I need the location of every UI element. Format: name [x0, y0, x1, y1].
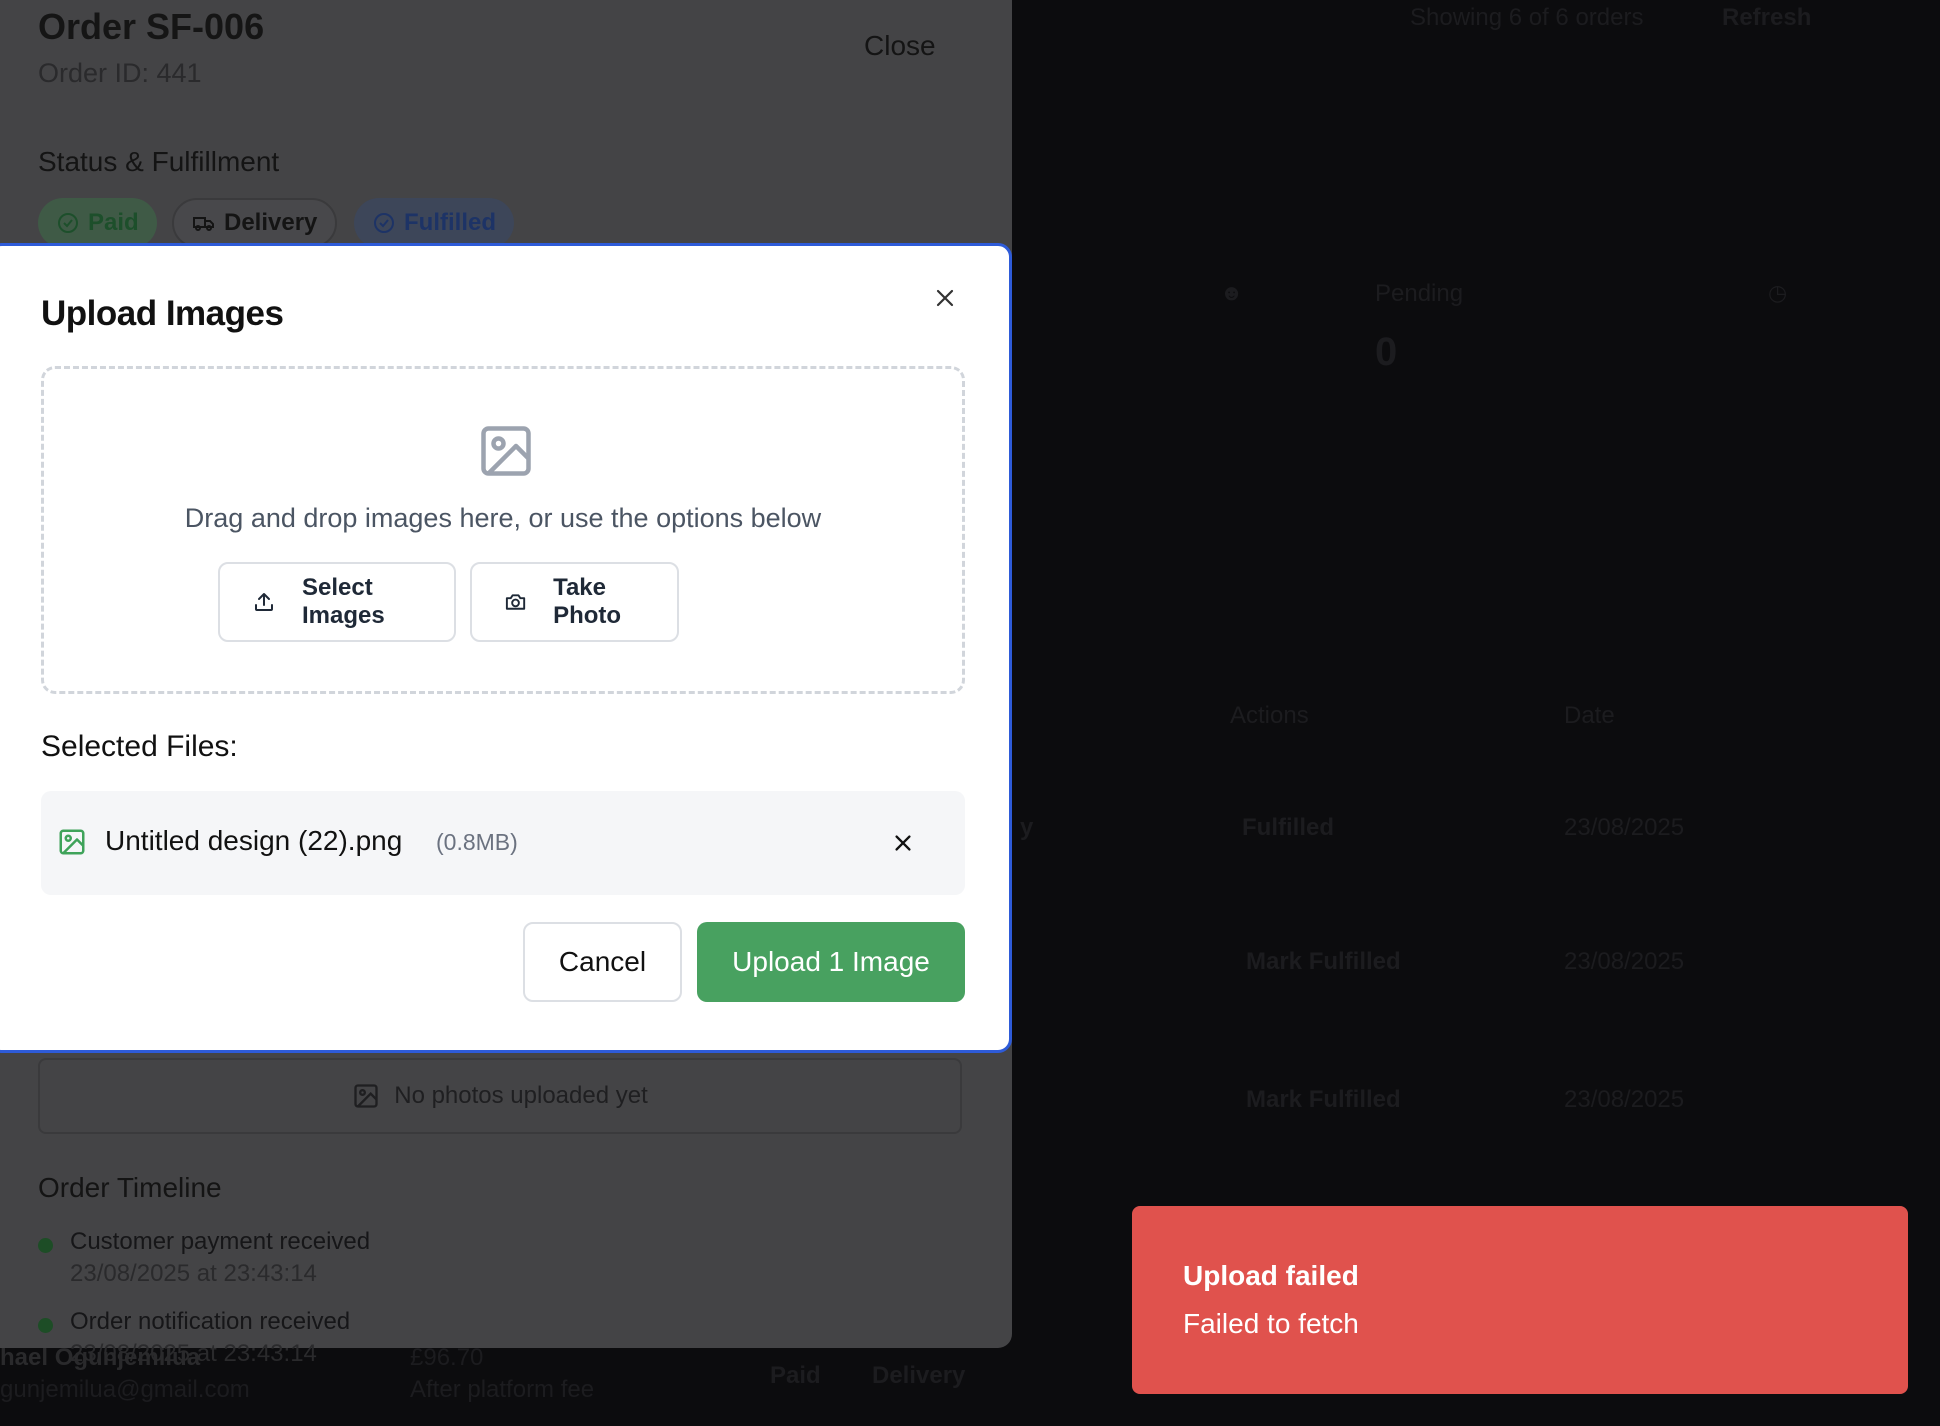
status-heading: Status & Fulfillment — [38, 146, 280, 177]
stat-value: 0 — [1375, 330, 1398, 374]
delivery-pill: Delivery — [172, 198, 338, 248]
row-date: 23/08/2025 — [1564, 814, 1685, 841]
camera-icon — [505, 594, 526, 610]
file-name: Untitled design (22).png — [105, 825, 403, 856]
photos-empty-text: No photos uploaded yet — [394, 1082, 648, 1109]
orders-count: Showing 6 of 6 orders — [1410, 4, 1644, 31]
image-icon — [481, 426, 531, 476]
upload-images-modal: Upload Images Drag and drop images here,… — [0, 243, 1012, 1053]
timeline-dot — [38, 1318, 53, 1333]
image-dropzone[interactable]: Drag and drop images here, or use the op… — [41, 366, 965, 694]
toast-message: Failed to fetch — [1183, 1308, 1359, 1339]
close-icon — [895, 835, 911, 851]
timeline-time: 23/08/2025 at 23:43:14 — [70, 1260, 317, 1287]
toast-title: Upload failed — [1183, 1260, 1359, 1291]
timeline-time: 23/08/2025 at 23:43:14 — [70, 1340, 317, 1367]
timeline-dot — [38, 1238, 53, 1253]
delivery-label: Delivery — [224, 209, 318, 236]
column-actions: Actions — [1230, 702, 1309, 729]
select-images-button[interactable]: Select Images — [218, 562, 456, 642]
fulfilled-label: Fulfilled — [404, 209, 496, 236]
order-id: Order ID: 441 — [38, 58, 202, 88]
timeline-label: Order notification received — [70, 1308, 351, 1335]
clock-icon: ◷ — [1768, 280, 1788, 305]
check-circle-icon — [374, 213, 394, 233]
upload-icon — [254, 593, 273, 611]
selected-file-row: Untitled design (22).png (0.8MB) — [41, 791, 965, 895]
column-date: Date — [1564, 702, 1615, 729]
refresh-button[interactable]: Refresh — [1722, 4, 1811, 32]
image-file-icon — [59, 829, 85, 855]
payment-badge: Paid — [770, 1362, 821, 1389]
row-date: 23/08/2025 — [1564, 1086, 1685, 1113]
paid-label: Paid — [88, 209, 139, 236]
remove-file-button[interactable] — [883, 823, 923, 863]
paid-pill: Paid — [38, 198, 157, 248]
take-photo-label: Take Photo — [553, 574, 622, 629]
upload-button[interactable]: Upload 1 Image — [697, 922, 965, 1002]
photos-empty-state: No photos uploaded yet — [38, 1058, 962, 1134]
order-amount: £96.70 — [410, 1344, 484, 1371]
take-photo-button[interactable]: Take Photo — [470, 562, 679, 642]
cancel-button[interactable]: Cancel — [523, 922, 682, 1002]
modal-close-button[interactable] — [927, 280, 963, 316]
modal-title: Upload Images — [41, 294, 284, 333]
dropzone-instructions: Drag and drop images here, or use the op… — [184, 503, 822, 533]
error-toast: Upload failed Failed to fetch — [1132, 1206, 1908, 1394]
row-action[interactable]: Mark Fulfilled — [1246, 1086, 1401, 1114]
image-icon — [354, 1084, 378, 1108]
timeline-heading: Order Timeline — [38, 1172, 222, 1203]
fulfilled-pill: Fulfilled — [354, 198, 514, 248]
row-action[interactable]: Mark Fulfilled — [1246, 948, 1401, 976]
stat-label: Pending — [1375, 280, 1464, 307]
delivery-badge: Delivery — [872, 1362, 966, 1389]
partial-text: y — [1020, 814, 1034, 841]
timeline-label: Customer payment received — [70, 1228, 371, 1255]
users-icon: ☻ — [1220, 280, 1244, 305]
selected-files-heading: Selected Files: — [41, 730, 238, 763]
amount-note: After platform fee — [410, 1376, 595, 1403]
check-circle-icon — [58, 213, 78, 233]
drawer-title: Order SF-006 — [38, 6, 265, 47]
close-icon — [936, 289, 954, 307]
row-date: 23/08/2025 — [1564, 948, 1685, 975]
drawer-close-button[interactable]: Close — [864, 30, 936, 62]
select-images-label: Select Images — [301, 574, 385, 629]
customer-email: gunjemilua@gmail.com — [0, 1376, 250, 1403]
file-size: (0.8MB) — [436, 829, 518, 855]
row-action[interactable]: Fulfilled — [1242, 814, 1334, 842]
truck-icon — [193, 217, 214, 231]
